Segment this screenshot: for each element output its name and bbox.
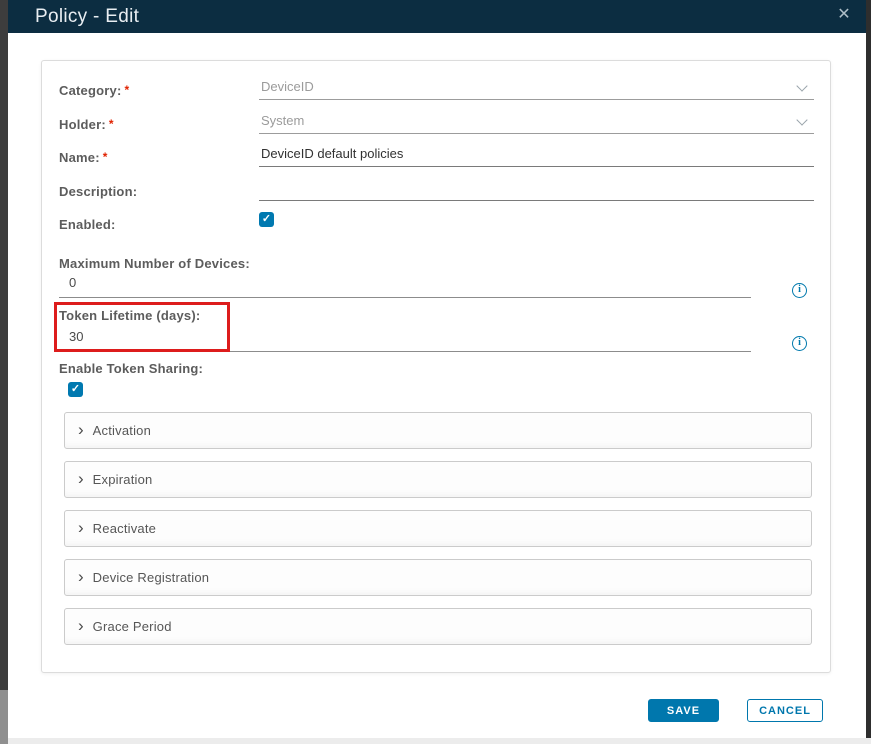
accordion-activation[interactable]: › Activation bbox=[64, 412, 812, 449]
chevron-right-icon: › bbox=[78, 470, 84, 487]
chevron-right-icon: › bbox=[78, 617, 84, 634]
accordion-label: Device Registration bbox=[93, 570, 210, 585]
accordion-label: Activation bbox=[93, 423, 151, 438]
enabled-label: Enabled: bbox=[59, 217, 116, 232]
policy-edit-modal: Policy - Edit ✕ Category:* DeviceID Hold… bbox=[8, 0, 866, 738]
holder-label: Holder:* bbox=[59, 117, 114, 132]
accordion-grace-period[interactable]: › Grace Period bbox=[64, 608, 812, 645]
token-lifetime-input[interactable] bbox=[59, 327, 751, 352]
page-backdrop-right bbox=[866, 0, 871, 744]
accordion-label: Expiration bbox=[93, 472, 153, 487]
accordion-expiration[interactable]: › Expiration bbox=[64, 461, 812, 498]
page-backdrop-left-bottom bbox=[0, 690, 8, 744]
holder-value: System bbox=[261, 113, 304, 128]
page-backdrop-bottom bbox=[8, 738, 871, 744]
accordion-reactivate[interactable]: › Reactivate bbox=[64, 510, 812, 547]
token-lifetime-label: Token Lifetime (days): bbox=[59, 308, 200, 323]
enabled-checkbox[interactable]: ✓ bbox=[259, 212, 274, 227]
close-icon[interactable]: ✕ bbox=[833, 4, 855, 26]
chevron-right-icon: › bbox=[78, 421, 84, 438]
chevron-down-icon bbox=[796, 80, 807, 91]
accordion-device-registration[interactable]: › Device Registration bbox=[64, 559, 812, 596]
category-select[interactable]: DeviceID bbox=[259, 77, 814, 100]
save-button[interactable]: SAVE bbox=[648, 699, 719, 722]
name-input[interactable]: DeviceID default policies bbox=[259, 144, 814, 167]
token-sharing-label: Enable Token Sharing: bbox=[59, 361, 203, 376]
max-devices-label: Maximum Number of Devices: bbox=[59, 256, 250, 271]
description-input[interactable] bbox=[259, 178, 814, 201]
page-backdrop-left bbox=[0, 0, 8, 690]
chevron-right-icon: › bbox=[78, 568, 84, 585]
screen: Policy - Edit ✕ Category:* DeviceID Hold… bbox=[0, 0, 871, 744]
chevron-right-icon: › bbox=[78, 519, 84, 536]
modal-title: Policy - Edit bbox=[35, 6, 139, 28]
token-sharing-checkbox[interactable]: ✓ bbox=[68, 382, 83, 397]
info-icon[interactable]: i bbox=[792, 283, 807, 298]
required-asterisk: * bbox=[124, 83, 129, 97]
accordion-label: Grace Period bbox=[93, 619, 172, 634]
check-icon: ✓ bbox=[71, 383, 80, 395]
check-icon: ✓ bbox=[262, 213, 271, 225]
max-devices-input[interactable] bbox=[59, 273, 751, 298]
category-label: Category:* bbox=[59, 83, 129, 98]
info-icon[interactable]: i bbox=[792, 336, 807, 351]
required-asterisk: * bbox=[109, 117, 114, 131]
accordion-label: Reactivate bbox=[93, 521, 156, 536]
modal-header: Policy - Edit ✕ bbox=[8, 0, 866, 33]
policy-form-card: Category:* DeviceID Holder:* System Name… bbox=[41, 60, 831, 673]
chevron-down-icon bbox=[796, 114, 807, 125]
description-label: Description: bbox=[59, 184, 137, 199]
category-value: DeviceID bbox=[261, 79, 314, 94]
name-label: Name:* bbox=[59, 150, 108, 165]
name-value: DeviceID default policies bbox=[261, 146, 403, 161]
required-asterisk: * bbox=[103, 150, 108, 164]
holder-select[interactable]: System bbox=[259, 111, 814, 134]
cancel-button[interactable]: CANCEL bbox=[747, 699, 823, 722]
